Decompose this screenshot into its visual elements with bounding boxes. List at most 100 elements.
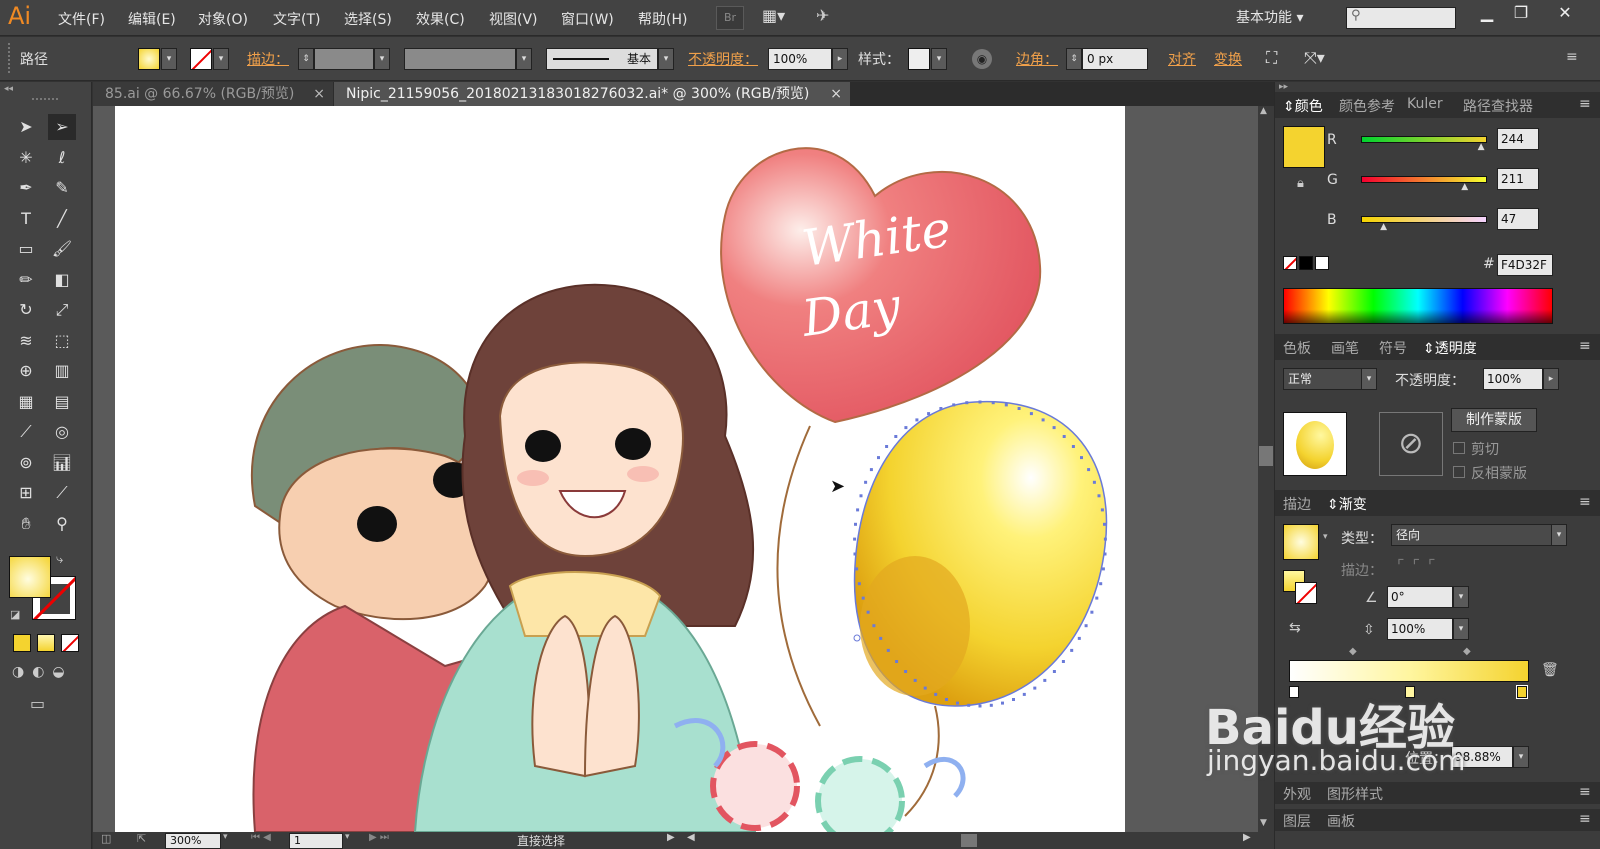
artboard-dropdown[interactable]: ▾ (345, 832, 350, 842)
expand-panels-icon[interactable]: ▸▸ (1279, 82, 1288, 92)
stroke-weight-label[interactable]: 描边： (247, 49, 289, 69)
anchor-point[interactable] (923, 686, 927, 690)
drawing-modes-icon[interactable]: ◑◐◒ (12, 664, 73, 680)
gradient-type-dropdown[interactable]: ▾ (1551, 524, 1567, 546)
align-link[interactable]: 对齐 (1168, 49, 1196, 69)
tab-artboards[interactable]: 画板 (1327, 811, 1355, 831)
bridge-button[interactable]: Br (716, 6, 744, 30)
gpu-performance-icon[interactable]: ✈ (816, 6, 846, 30)
anchor-point[interactable] (1103, 552, 1107, 556)
scroll-right-icon[interactable]: ▶ (1243, 832, 1251, 843)
anchor-point[interactable] (861, 596, 865, 600)
anchor-point[interactable] (956, 701, 959, 705)
menu-7[interactable]: 窗口(W) (561, 9, 614, 29)
anchor-point[interactable] (1033, 686, 1037, 690)
stroke-dropdown[interactable]: ▾ (213, 48, 229, 70)
gpu-icon[interactable]: ◫ (101, 832, 111, 845)
anchor-point[interactable] (904, 670, 908, 673)
anchor-point[interactable] (927, 412, 931, 416)
anchor-point[interactable] (1052, 426, 1056, 430)
gradient-slider[interactable] (1289, 660, 1529, 682)
scroll-up-icon[interactable]: ▲ (1260, 106, 1267, 116)
anchor-point[interactable] (1103, 537, 1107, 541)
anchor-point[interactable] (895, 660, 899, 663)
canvas-area[interactable]: White Day ➤ (93, 106, 1258, 832)
anchor-point[interactable] (1012, 698, 1015, 701)
anchor-point[interactable] (945, 698, 948, 701)
anchor-point[interactable] (857, 582, 861, 586)
anchor-point[interactable] (1001, 701, 1004, 705)
anchor-point[interactable] (1084, 624, 1088, 628)
first-artboard-icon[interactable]: ⏮ ◀ (251, 832, 271, 843)
corner-label[interactable]: 边角： (1016, 49, 1058, 69)
blend-tool-icon[interactable]: ◎ (48, 419, 76, 445)
free-transform-tool-icon[interactable]: ⬚ (48, 328, 76, 354)
anchor-point[interactable] (1090, 610, 1094, 614)
gradient-presets-dropdown[interactable]: ▾ (1323, 532, 1328, 542)
shape-builder-tool-icon[interactable]: ⊕ (12, 358, 40, 384)
swap-fill-stroke-icon[interactable]: ⤷ (56, 552, 63, 567)
g-slider[interactable]: ▲ (1361, 176, 1487, 192)
anchor-point[interactable] (1062, 435, 1066, 438)
color-mode-button[interactable] (13, 634, 31, 652)
anchor-point[interactable] (1077, 636, 1081, 640)
anchor-point[interactable] (879, 636, 883, 640)
anchor-point[interactable] (978, 400, 982, 404)
curvature-tool-icon[interactable]: ✎ (48, 175, 76, 201)
g-value-input[interactable]: 211 (1497, 168, 1539, 190)
make-mask-button[interactable]: 制作蒙版 (1451, 408, 1537, 432)
perspective-grid-tool-icon[interactable]: ▥ (48, 358, 76, 384)
rotate-tool-icon[interactable]: ↻ (12, 297, 40, 323)
lasso-tool-icon[interactable]: ℓ (48, 145, 76, 171)
anchor-point[interactable] (872, 624, 876, 628)
anchor-point[interactable] (1017, 407, 1021, 410)
aspect-dropdown[interactable]: ▾ (1453, 618, 1469, 640)
gradient-mode-button[interactable] (37, 634, 55, 652)
tab-swatches[interactable]: 色板 (1283, 338, 1311, 358)
hscroll-thumb[interactable] (961, 834, 977, 847)
anchor-point[interactable] (904, 426, 908, 430)
tab-symbols[interactable]: 符号 (1379, 338, 1407, 358)
fill-box[interactable] (9, 556, 51, 598)
stroke-weight-dropdown[interactable]: ▾ (374, 48, 390, 70)
anchor-point[interactable] (1004, 403, 1008, 407)
panel-menu-icon[interactable]: ≡ (1579, 338, 1591, 354)
gradient-origin[interactable] (853, 634, 861, 642)
position-dropdown[interactable]: ▾ (1513, 746, 1529, 768)
white-swatch[interactable] (1315, 256, 1329, 270)
reverse-gradient-icon[interactable]: ⇆ (1289, 620, 1301, 636)
b-slider[interactable]: ▲ (1361, 216, 1487, 232)
scroll-left-icon[interactable]: ◀ (687, 832, 695, 843)
anchor-point[interactable] (1101, 567, 1105, 571)
g-slider-thumb[interactable]: ▲ (1461, 182, 1468, 192)
stroke-gradient-options-icon[interactable]: ⌜⌜⌜ (1397, 556, 1487, 580)
anchor-point[interactable] (853, 537, 857, 541)
direct-selection-tool-icon[interactable]: ➢ (48, 114, 76, 140)
scroll-down-icon[interactable]: ▼ (1260, 818, 1267, 828)
anchor-point[interactable] (1041, 418, 1045, 422)
artboard-number-input[interactable]: 1 (289, 833, 343, 849)
anchor-point[interactable] (1092, 480, 1096, 484)
gradient-tool-icon[interactable]: ▤ (48, 389, 76, 415)
pencil-tool-icon[interactable]: ✏ (12, 267, 40, 293)
anchor-point[interactable] (934, 692, 938, 696)
invert-mask-checkbox[interactable] (1453, 466, 1465, 478)
anchor-point[interactable] (854, 522, 857, 526)
anchor-point[interactable] (1100, 508, 1104, 512)
lock-icon[interactable]: 🔒︎ (1297, 176, 1304, 191)
stroke-none-swatch[interactable] (190, 48, 212, 70)
tab-color[interactable]: ⇕颜色 (1283, 96, 1323, 116)
fill-swatch[interactable] (138, 48, 160, 70)
anchor-point[interactable] (864, 480, 868, 484)
brush-dropdown[interactable]: ▾ (658, 48, 674, 70)
screen-mode-icon[interactable]: ▭ (30, 694, 45, 713)
opacity-label[interactable]: 不透明度： (688, 49, 758, 69)
scale-tool-icon[interactable]: ⤢ (48, 297, 76, 323)
transform-link[interactable]: 变换 (1214, 49, 1242, 69)
eyedropper-tool-icon[interactable]: ⟋ (12, 419, 40, 445)
tab-brushes[interactable]: 画笔 (1331, 338, 1359, 358)
last-artboard-icon[interactable]: ▶ ⏭ (369, 832, 389, 843)
anchor-point[interactable] (1097, 494, 1101, 498)
share-icon[interactable]: ⇱ (137, 832, 146, 845)
anchor-point[interactable] (1071, 445, 1075, 448)
